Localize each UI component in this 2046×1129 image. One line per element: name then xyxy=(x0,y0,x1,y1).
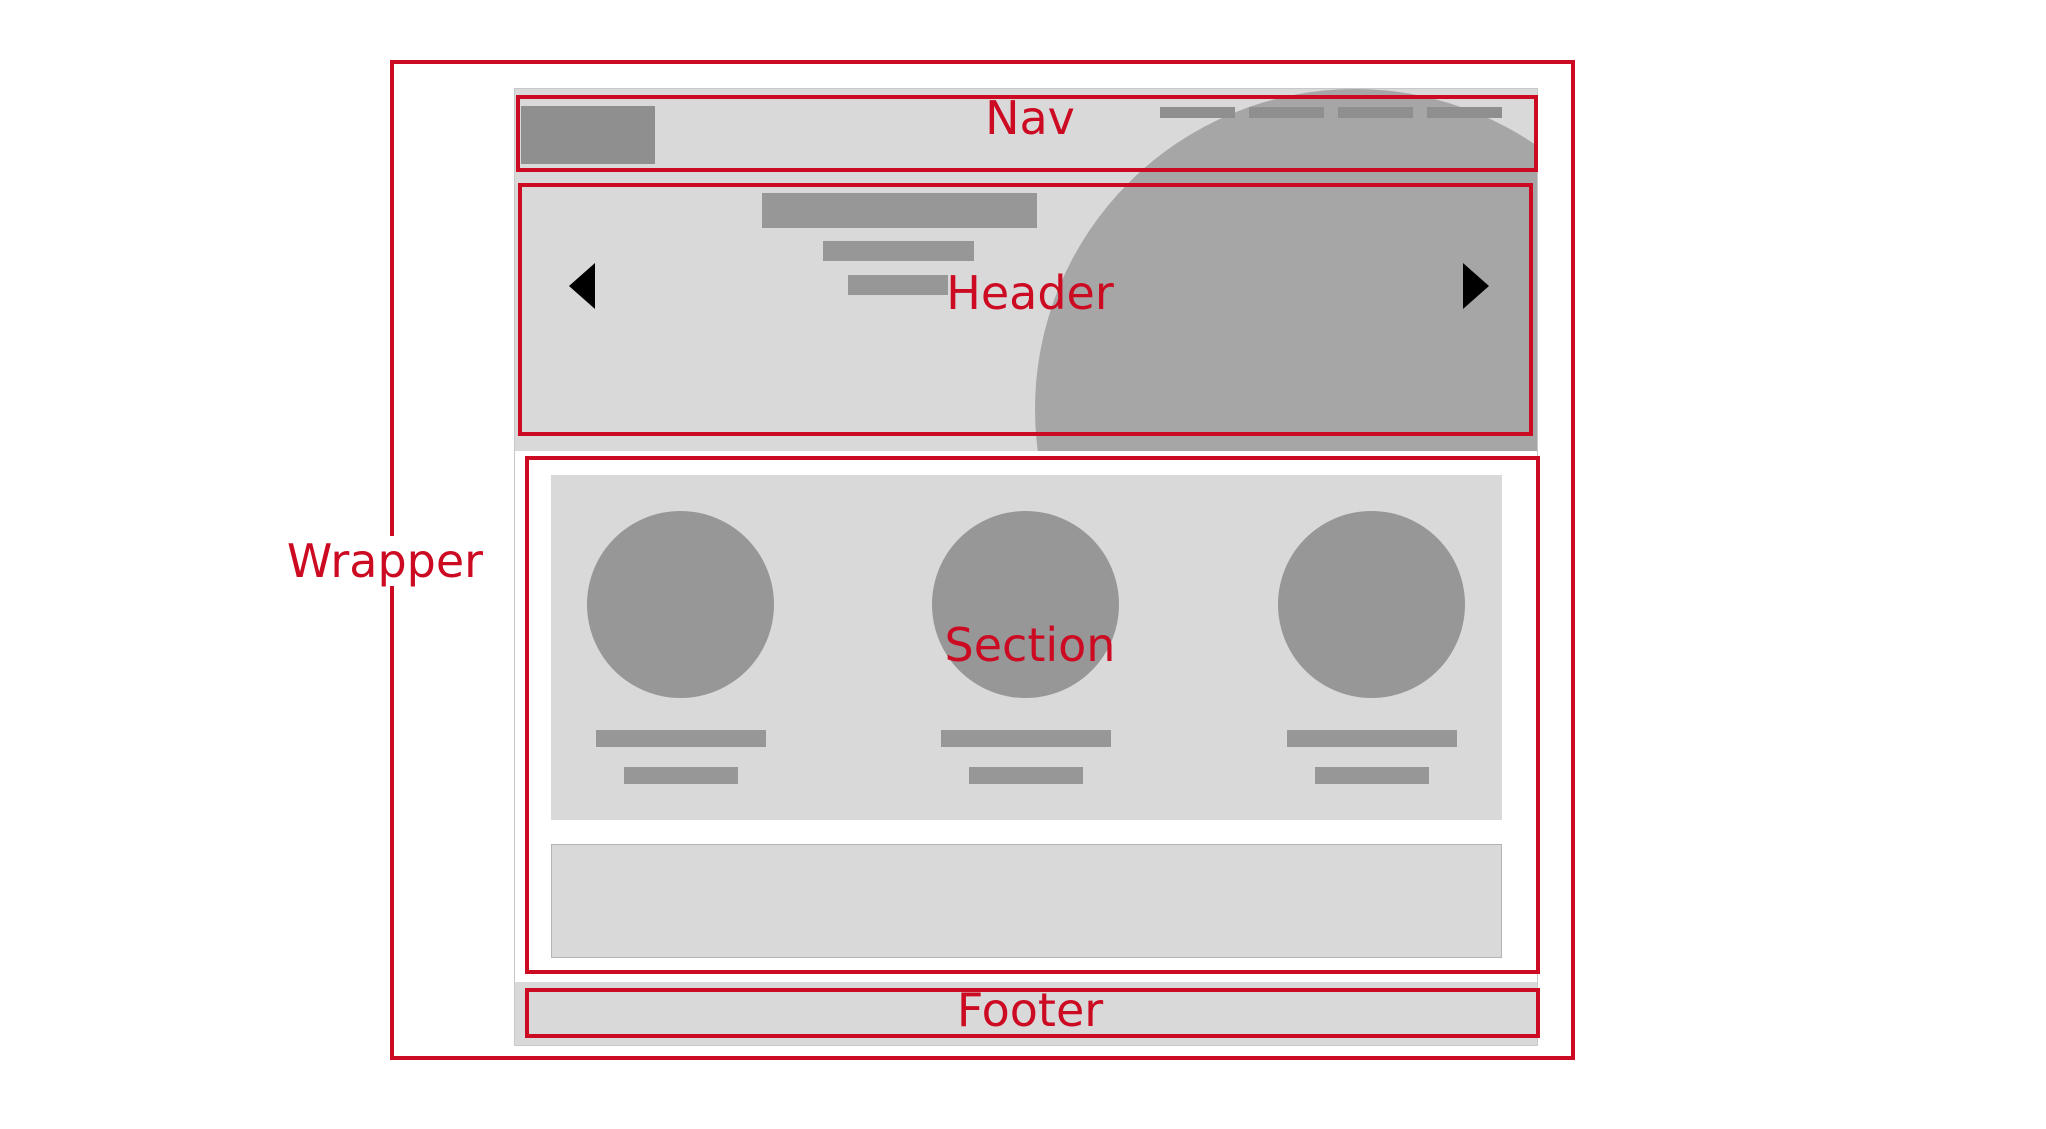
nav-label: Nav xyxy=(985,91,1075,145)
footer-label: Footer xyxy=(956,983,1104,1037)
section-label: Section xyxy=(944,618,1116,672)
header-label: Header xyxy=(946,266,1114,320)
wrapper-label: Wrapper xyxy=(285,534,485,588)
section-outline xyxy=(525,456,1540,974)
